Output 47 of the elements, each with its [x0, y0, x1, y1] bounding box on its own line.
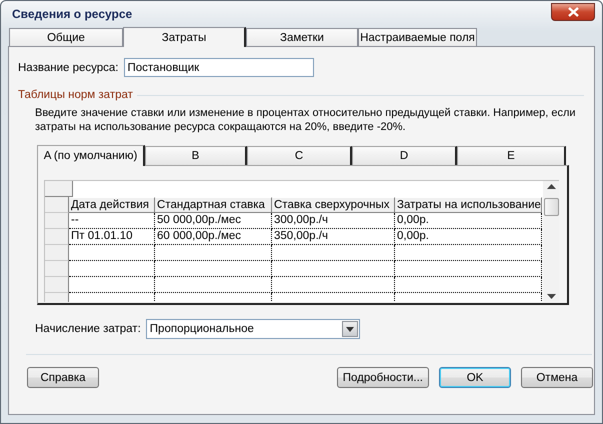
dialog-button[interactable]: Отмена	[521, 367, 593, 388]
table-cell: 0,00р.	[395, 213, 542, 229]
table-cell: 350,00р./ч	[272, 229, 395, 245]
field-label: Название ресурса:	[18, 62, 118, 74]
row-header[interactable]	[45, 229, 69, 245]
caret-icon	[346, 326, 354, 332]
resource-name-field[interactable]: Постановщик	[124, 58, 314, 77]
field-label: Начисление затрат:	[35, 323, 141, 335]
tab[interactable]: A (по умолчанию)	[37, 145, 145, 166]
table-cell: 300,00р./ч	[272, 213, 395, 229]
close-icon	[568, 6, 578, 16]
row-header[interactable]	[45, 213, 69, 229]
column-header[interactable]: Ставка сверхурочных	[272, 197, 395, 213]
scroll-down-icon	[546, 294, 556, 299]
scrollbar[interactable]	[543, 181, 559, 302]
tab[interactable]: Затраты	[123, 27, 246, 47]
scroll-thumb[interactable]	[544, 198, 558, 216]
section-title: Таблицы норм затрат	[18, 89, 133, 101]
window-title: Сведения о ресурсе	[11, 6, 132, 20]
table-corner[interactable]	[45, 181, 73, 197]
tab[interactable]: B	[145, 146, 247, 165]
tab[interactable]: Заметки	[246, 28, 358, 46]
row-header[interactable]	[45, 261, 69, 277]
tab[interactable]: Общие	[9, 28, 123, 46]
row-header[interactable]	[45, 245, 69, 261]
hint-text: Введите значение ставки или изменение в процентах относительно предыдущей ставки. Например, если затраты на использование ресурса сокращаются на 20%, введите -20%.	[35, 106, 577, 134]
close-button[interactable]	[551, 2, 595, 20]
tab[interactable]: C	[247, 146, 352, 165]
column-header[interactable]: Затраты на использование	[395, 197, 542, 213]
row-header[interactable]	[45, 277, 69, 293]
dialog-button[interactable]: Справка	[27, 367, 99, 388]
tab[interactable]: E	[457, 146, 566, 165]
dialog-button[interactable]: Подробности...	[336, 367, 429, 388]
dropdown-button[interactable]	[342, 321, 358, 337]
table-cell: 0,00р.	[395, 229, 542, 245]
column-header[interactable]: Стандартная ставка	[155, 197, 272, 213]
scroll-up-icon	[546, 184, 556, 189]
tab[interactable]: Настраиваемые поля	[358, 28, 477, 46]
table-cell: Пт 01.01.10	[69, 229, 155, 245]
row-header[interactable]	[45, 197, 69, 213]
column-header[interactable]: Дата действия	[69, 197, 155, 213]
table-cell: 60 000,00р./мес	[155, 229, 272, 245]
table-cell: 50 000,00р./мес	[155, 213, 272, 229]
table-cell: --	[69, 213, 155, 229]
dialog-button[interactable]: OK	[439, 367, 511, 388]
tab[interactable]: D	[352, 146, 457, 165]
accrual-dropdown[interactable]: Пропорциональное	[146, 319, 360, 339]
